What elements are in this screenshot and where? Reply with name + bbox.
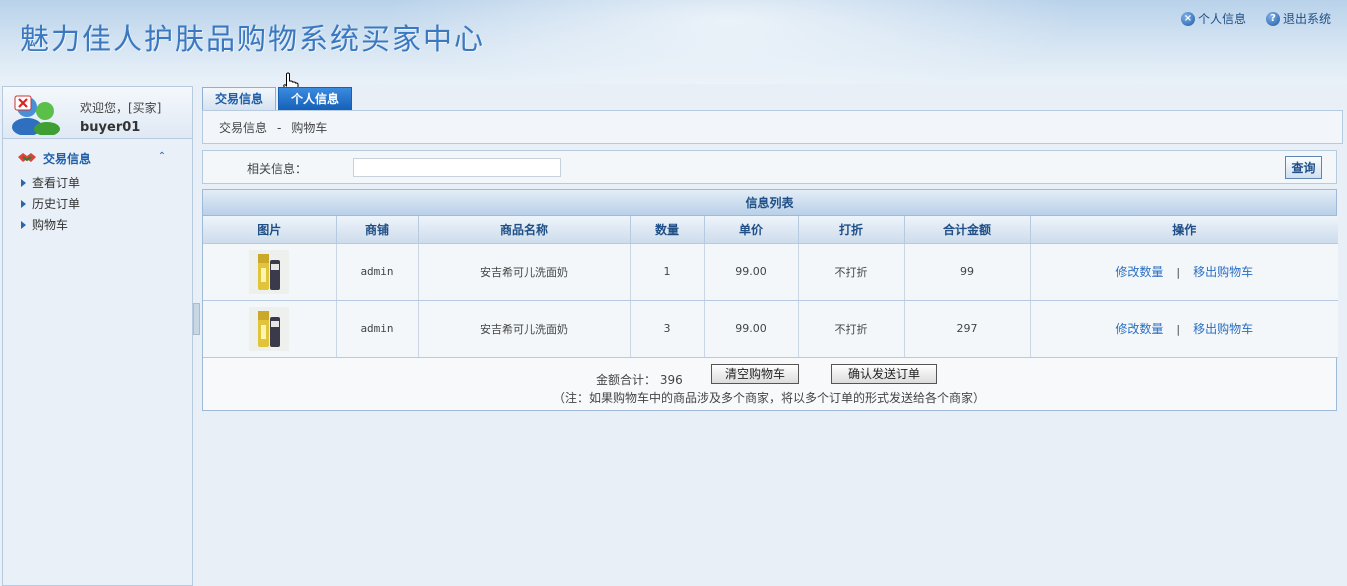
sidebar-item-label: 购物车	[32, 218, 69, 232]
column-header: 操作	[1030, 216, 1338, 244]
column-header: 打折	[798, 216, 905, 244]
product-name-cell: 安吉希可儿洗面奶	[418, 300, 631, 358]
product-image-cell	[203, 300, 337, 358]
personal-info-link[interactable]: × 个人信息	[1180, 10, 1246, 27]
page-header: 魅力佳人护肤品购物系统买家中心 × 个人信息 ? 退出系统	[0, 0, 1347, 84]
collapse-up-icon[interactable]: ⌃	[155, 150, 169, 164]
column-header: 数量	[630, 216, 705, 244]
cart-summary: 金额合计： 396 清空购物车 确认发送订单 （注：如果购物车中的商品涉及多个商…	[203, 358, 1336, 410]
column-header: 单价	[704, 216, 799, 244]
edit-quantity-link[interactable]: 修改数量	[1115, 322, 1163, 336]
unit-price-cell: 99.00	[704, 243, 799, 301]
query-button[interactable]: 查询	[1285, 156, 1322, 179]
breadcrumb-item-cart: 购物车	[291, 121, 328, 135]
unit-price-cell: 99.00	[704, 300, 799, 358]
cart-table: 图片 商铺 商品名称 数量 单价 打折 合计金额 操作 admin 安吉希可儿洗…	[203, 216, 1338, 358]
sidebar-item-view-orders[interactable]: 查看订单	[21, 172, 80, 193]
nav-items: 查看订单 历史订单 购物车	[21, 172, 80, 235]
subtotal-cell: 99	[904, 243, 1031, 301]
sidebar-splitter-handle[interactable]	[193, 303, 200, 335]
user-box: 欢迎您，[买家] buyer01	[3, 87, 192, 139]
tab-personal-info[interactable]: 个人信息	[278, 87, 353, 110]
sidebar-item-cart[interactable]: 购物车	[21, 214, 80, 235]
column-header: 图片	[203, 216, 337, 244]
search-label: 相关信息：	[247, 162, 308, 176]
site-title: 魅力佳人护肤品购物系统买家中心	[20, 22, 486, 56]
personal-info-label: 个人信息	[1197, 12, 1246, 26]
discount-cell: 不打折	[798, 300, 905, 358]
column-header: 商铺	[336, 216, 419, 244]
triangle-right-icon	[21, 199, 26, 208]
operation-separator: |	[1176, 266, 1181, 279]
triangle-right-icon	[21, 178, 26, 187]
cart-note: （注：如果购物车中的商品涉及多个商家，将以多个订单的形式发送给各个商家）	[553, 390, 986, 405]
top-links: × 个人信息 ? 退出系统	[1180, 10, 1331, 27]
tab-bar: 交易信息 个人信息	[202, 87, 354, 111]
logout-label: 退出系统	[1282, 12, 1331, 26]
clear-cart-button[interactable]: 清空购物车	[711, 363, 799, 384]
product-name-cell: 安吉希可儿洗面奶	[418, 243, 631, 301]
table-row: admin 安吉希可儿洗面奶 3 99.00 不打折 297 修改数量 | 移出购物…	[203, 300, 1338, 358]
triangle-right-icon	[21, 220, 26, 229]
question-circle-icon: ?	[1265, 11, 1280, 26]
left-sidebar: 欢迎您，[买家] buyer01 交易信息 ⌃ 查看订单 历史订单 购物车	[2, 86, 193, 586]
remove-from-cart-link[interactable]: 移出购物车	[1193, 265, 1253, 279]
operations-cell: 修改数量 | 移出购物车	[1030, 300, 1338, 358]
search-input[interactable]	[353, 158, 561, 177]
column-header: 商品名称	[418, 216, 631, 244]
quantity-cell: 3	[630, 300, 705, 358]
username: buyer01	[80, 120, 141, 135]
product-image-cell	[203, 243, 337, 301]
users-avatar-icon	[12, 95, 60, 135]
product-image[interactable]	[249, 306, 290, 351]
operation-separator: |	[1176, 323, 1181, 336]
sidebar-item-label: 查看订单	[32, 176, 81, 190]
remove-from-cart-link[interactable]: 移出购物车	[1193, 322, 1253, 336]
breadcrumb-item-trade: 交易信息	[219, 121, 268, 135]
discount-cell: 不打折	[798, 243, 905, 301]
table-row: admin 安吉希可儿洗面奶 1 99.00 不打折 99 修改数量 | 移出购物车	[203, 243, 1338, 301]
product-image[interactable]	[249, 249, 290, 294]
info-list-panel: 信息列表 图片 商铺 商品名称 数量 单价 打折 合计金额 操作 admin 安…	[202, 189, 1338, 411]
handshake-icon	[18, 153, 36, 162]
operations-cell: 修改数量 | 移出购物车	[1030, 243, 1338, 301]
search-bar: 相关信息： 查询	[202, 150, 1337, 184]
shop-cell: admin	[336, 300, 419, 358]
confirm-order-button[interactable]: 确认发送订单	[831, 363, 937, 384]
column-header: 合计金额	[904, 216, 1031, 244]
total-value: 396	[659, 372, 683, 387]
x-circle-icon: ×	[1180, 11, 1195, 26]
quantity-cell: 1	[630, 243, 705, 301]
subtotal-cell: 297	[904, 300, 1031, 358]
table-header-row: 图片 商铺 商品名称 数量 单价 打折 合计金额 操作	[203, 216, 1338, 244]
welcome-text: 欢迎您，[买家]	[80, 101, 162, 115]
logout-link[interactable]: ? 退出系统	[1265, 10, 1331, 27]
list-title: 信息列表	[203, 190, 1336, 216]
sidebar-item-history-orders[interactable]: 历史订单	[21, 193, 80, 214]
shop-cell: admin	[336, 243, 419, 301]
nav-section-title: 交易信息	[43, 151, 92, 166]
tab-trade-info[interactable]: 交易信息	[202, 87, 277, 110]
total-amount: 金额合计： 396	[596, 371, 683, 388]
nav-section-trade[interactable]: 交易信息 ⌃	[17, 149, 177, 167]
total-label: 金额合计：	[596, 372, 657, 387]
edit-quantity-link[interactable]: 修改数量	[1115, 265, 1163, 279]
sidebar-item-label: 历史订单	[32, 197, 81, 211]
breadcrumb-separator: -	[277, 121, 282, 135]
breadcrumb: 交易信息 - 购物车	[202, 110, 1343, 144]
